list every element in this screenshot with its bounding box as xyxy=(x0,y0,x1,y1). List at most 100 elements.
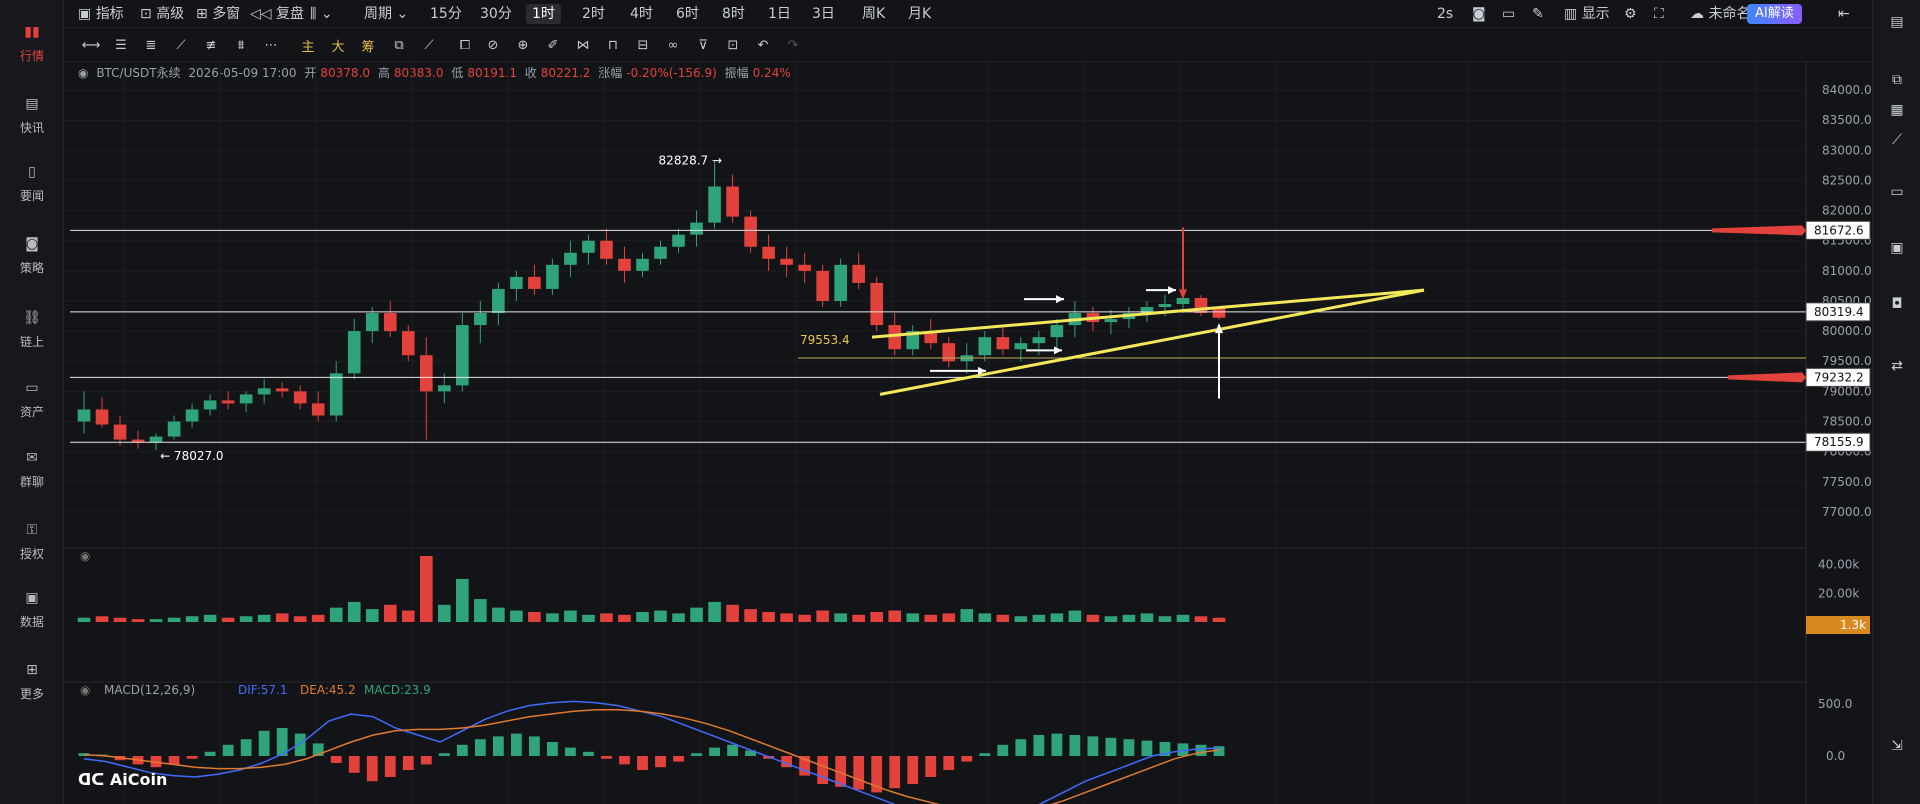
menu-lines-tool-icon[interactable]: ☰ xyxy=(112,36,130,54)
timeframe-tab[interactable]: 周K xyxy=(862,4,885,24)
bot-icon[interactable]: ◘ xyxy=(1885,292,1909,316)
candle-body xyxy=(1212,308,1226,318)
replay-button[interactable]: ◁◁ 复盘 xyxy=(250,4,304,24)
lock-icon[interactable]: ⊓ xyxy=(604,36,622,54)
volume-bar xyxy=(798,614,811,622)
nav-item-6[interactable]: ✉ 群聊 xyxy=(0,438,64,498)
trend-line-tool-icon[interactable]: ⟋ xyxy=(172,36,190,54)
depth-icon[interactable]: ⧉ xyxy=(1885,68,1909,92)
timeframe-tab[interactable]: 1日 xyxy=(768,4,791,24)
nav-item-0[interactable]: ▮▮ 行情 xyxy=(0,12,64,72)
display-button[interactable]: ▥ 显示 xyxy=(1564,4,1610,24)
timeframe-tab[interactable]: 月K xyxy=(908,4,931,24)
candle-body xyxy=(978,337,992,356)
candle-type-icon: ⫼ xyxy=(310,6,317,22)
candle-body xyxy=(726,186,739,217)
volume-bar xyxy=(329,607,343,622)
candle-body xyxy=(600,240,613,259)
timeframe-tab[interactable]: 2时 xyxy=(582,4,605,24)
more-tools-icon[interactable]: ⋯ xyxy=(262,36,280,54)
volume-bar xyxy=(257,614,271,622)
nav-item-2[interactable]: ▯ 要闻 xyxy=(0,152,64,212)
trash-icon[interactable]: ⊡ xyxy=(724,36,742,54)
timeframe-tab[interactable]: 3日 xyxy=(812,4,835,24)
link-tool-icon[interactable]: ∞ xyxy=(664,36,682,54)
y-tick-label: 80000.0 xyxy=(1822,324,1872,338)
orderbook-icon[interactable]: ▦ xyxy=(1885,98,1909,122)
magnet-tool-icon[interactable]: ⋈ xyxy=(574,36,592,54)
timeframe-tab[interactable]: 6时 xyxy=(676,4,699,24)
exchange-icon[interactable]: ⇄ xyxy=(1885,354,1909,378)
volume-bar xyxy=(456,578,469,622)
zoom-tool-icon[interactable]: ⊕ xyxy=(514,36,532,54)
pattern-tool-icon[interactable]: ⩩ xyxy=(232,36,250,54)
y-tick-label: 82500.0 xyxy=(1822,173,1872,187)
macd-hist-bar xyxy=(727,744,738,756)
main-chart-tool[interactable]: 主 xyxy=(298,36,318,55)
macd-hist-bar xyxy=(474,739,486,756)
timeframe-tab[interactable]: 15分 xyxy=(430,4,462,24)
ai-interpret-button[interactable]: AI解读 xyxy=(1747,4,1802,24)
candle-body xyxy=(95,409,109,425)
parallel-lines-tool-icon[interactable]: ≣ xyxy=(142,36,160,54)
fullscreen-icon[interactable]: ⛶ xyxy=(1654,4,1664,24)
nav-label: 资产 xyxy=(19,404,44,419)
nav-item-1[interactable]: ▤ 快讯 xyxy=(0,84,64,144)
fib-tool-icon[interactable]: ≢ xyxy=(202,36,220,54)
minimize-icon[interactable]: ⇤ xyxy=(1838,4,1850,24)
nav-item-5[interactable]: ▭ 资产 xyxy=(0,368,64,428)
edit-icon[interactable]: ✎ xyxy=(1532,4,1544,24)
volume-bar xyxy=(383,604,397,622)
camera-icon[interactable]: ◙ xyxy=(1472,4,1486,24)
chart-type-button[interactable]: ⫼ ⌄ xyxy=(310,4,333,24)
macd-hist-bar xyxy=(1069,735,1081,756)
volume-bar xyxy=(311,614,325,622)
nav-item-3[interactable]: ◙ 策略 xyxy=(0,224,64,284)
notes-icon[interactable]: ▤ xyxy=(1885,10,1909,34)
copy-tool-icon[interactable]: ⧠ xyxy=(456,36,474,54)
macd-hist-bar xyxy=(222,744,234,756)
export-icon[interactable]: ⇲ xyxy=(1885,734,1909,758)
volume-bar xyxy=(528,611,541,622)
nav-item-4[interactable]: ⛓ 链上 xyxy=(0,298,64,358)
trend-icon[interactable]: ⟋ xyxy=(1885,128,1909,152)
screen-icon[interactable]: ▭ xyxy=(1885,180,1909,204)
filter-tool-icon[interactable]: ⊽ xyxy=(694,36,712,54)
chat-icon: ✉ xyxy=(26,449,38,466)
macd-hist-bar xyxy=(168,756,180,765)
drawing-toolbar: ⟷ ☰ ≣ ⟋ ≢ ⩩ ⋯ 主 大 筹 ⧉ ⟋ ⧠ ⊘ ⊕ ✐ ⋈ ⊓ ⊟ ∞ … xyxy=(64,28,1872,62)
macd-hist-bar xyxy=(691,753,702,756)
indicators-button[interactable]: ▣ 指标 xyxy=(78,4,124,24)
timeframe-tab[interactable]: 30分 xyxy=(480,4,512,24)
white-arrow-head xyxy=(1056,295,1064,304)
nav-item-8[interactable]: ▣ 数据 xyxy=(0,578,64,638)
nav-item-9[interactable]: ⊞ 更多 xyxy=(0,650,64,710)
volume-bar xyxy=(239,616,253,622)
ruler-tool-icon[interactable]: ⊘ xyxy=(484,36,502,54)
refresh-interval[interactable]: 2s xyxy=(1437,4,1453,24)
period-dropdown[interactable]: 周期 ⌄ xyxy=(364,4,408,24)
key-icon: ⚿ xyxy=(26,521,38,538)
timeframe-tab[interactable]: 4时 xyxy=(630,4,653,24)
volume-bar xyxy=(1212,617,1226,622)
nav-label: 链上 xyxy=(19,334,44,349)
chip-distribution-tool[interactable]: 筹 xyxy=(358,36,378,55)
settings-icon[interactable]: ⚙ xyxy=(1624,4,1637,24)
display-toggle-icon[interactable]: ▭ xyxy=(1502,4,1515,24)
pen-tool-icon[interactable]: ✐ xyxy=(544,36,562,54)
multi-window-button[interactable]: ⊞ 多窗 xyxy=(196,4,240,24)
brush-tool-icon[interactable]: ⟋ xyxy=(420,36,438,54)
horizontal-line-tool-icon[interactable]: ⟷ xyxy=(82,36,101,54)
advanced-button[interactable]: ⊡ 高级 xyxy=(140,4,184,24)
hide-drawings-icon[interactable]: ⊟ xyxy=(634,36,652,54)
etf-icon[interactable]: ▣ xyxy=(1885,236,1909,260)
chart-canvas[interactable]: 84000.083500.083000.082500.082000.081500… xyxy=(64,62,1872,804)
redo-icon[interactable]: ↷ xyxy=(784,36,802,54)
undo-icon[interactable]: ↶ xyxy=(754,36,772,54)
nav-item-7[interactable]: ⚿ 授权 xyxy=(0,510,64,570)
candle-body xyxy=(816,270,829,301)
timeframe-tab[interactable]: 1时 xyxy=(526,4,561,24)
timeframe-tab[interactable]: 8时 xyxy=(722,4,745,24)
compare-tool-icon[interactable]: ⧉ xyxy=(390,36,408,54)
big-order-tool[interactable]: 大 xyxy=(328,36,348,55)
